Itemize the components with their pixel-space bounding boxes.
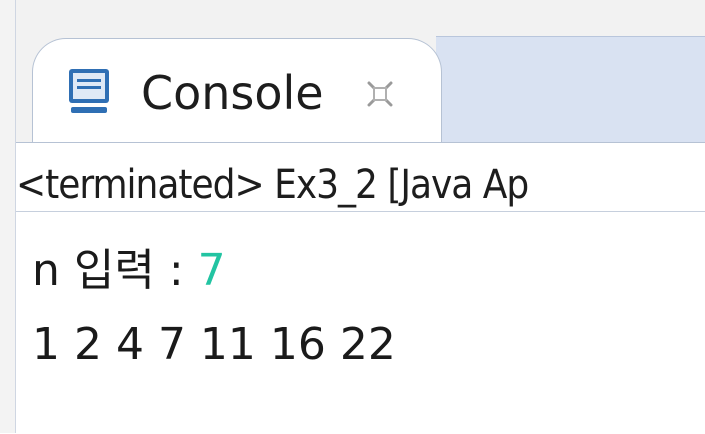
console-view: Console <terminated> Ex3_2 [Java Ap n 입력… bbox=[0, 0, 705, 434]
console-line-result: 1 2 4 7 11 16 22 bbox=[32, 319, 396, 370]
process-status: <terminated> Ex3_2 [Java Ap bbox=[16, 162, 529, 208]
left-edge bbox=[0, 0, 16, 433]
console-line-prompt: n 입력 : 7 bbox=[32, 244, 226, 298]
tab-console-label: Console bbox=[141, 66, 324, 120]
view-tab-bar: Console bbox=[16, 8, 705, 162]
console-icon bbox=[67, 65, 113, 117]
status-divider bbox=[16, 211, 705, 212]
top-strip bbox=[0, 0, 705, 8]
tab-console[interactable]: Console bbox=[32, 38, 442, 150]
prompt-text: n 입력 : bbox=[32, 245, 198, 296]
close-icon[interactable] bbox=[363, 77, 397, 111]
tab-bar-background bbox=[436, 36, 705, 149]
user-input-value: 7 bbox=[197, 245, 226, 296]
